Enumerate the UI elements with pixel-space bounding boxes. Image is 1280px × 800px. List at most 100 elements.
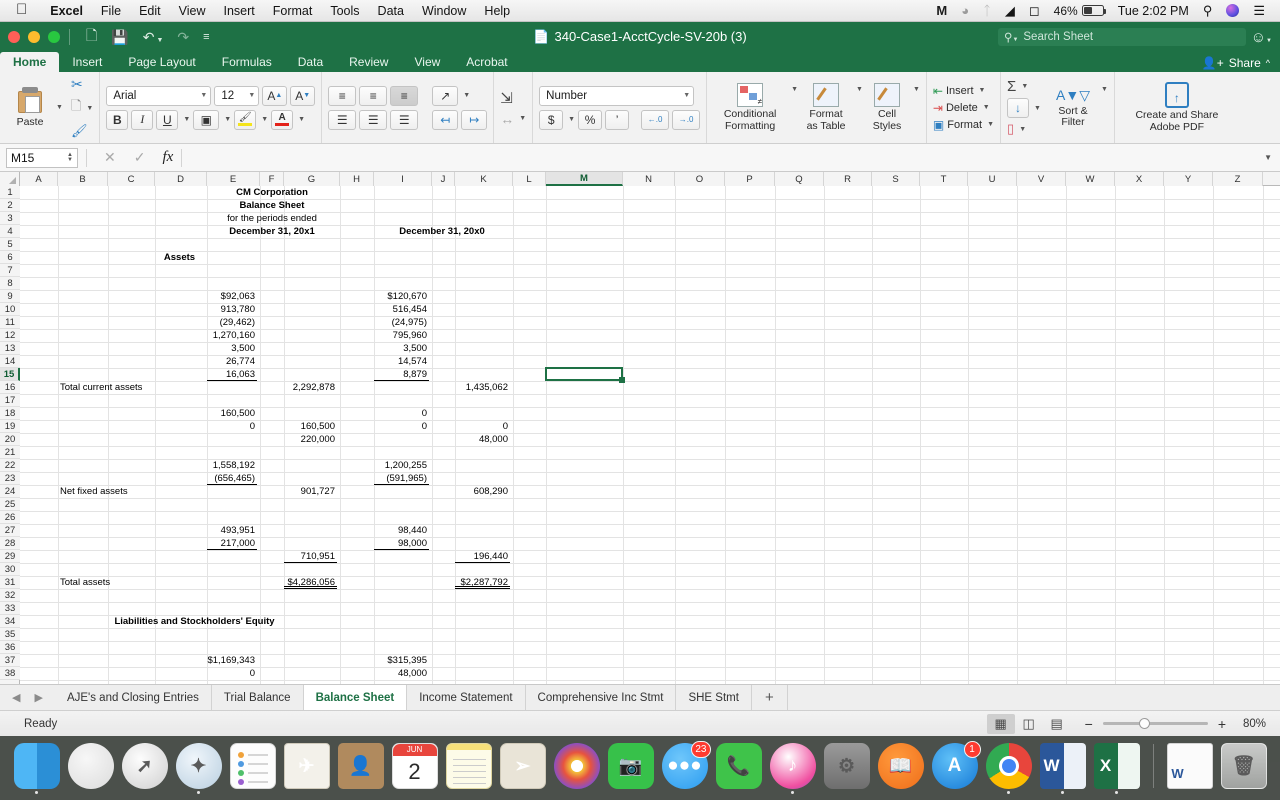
cell-I18[interactable]: 0: [374, 407, 429, 420]
cell-I38[interactable]: 48,000: [374, 667, 429, 680]
spinner-icon[interactable]: ◕: [961, 3, 969, 18]
menu-format[interactable]: Format: [264, 4, 322, 18]
font-color-dropdown-icon[interactable]: ▼: [298, 116, 305, 123]
cell-E4[interactable]: December 31, 20x1: [207, 225, 337, 238]
row-header-5[interactable]: 5: [0, 238, 20, 251]
cell-D6[interactable]: Assets: [155, 251, 204, 264]
fill-down-icon[interactable]: ↓: [1007, 98, 1029, 118]
fill-dropdown-icon[interactable]: ▼: [1034, 105, 1041, 112]
menu-data[interactable]: Data: [369, 4, 413, 18]
row-header-25[interactable]: 25: [0, 498, 20, 511]
tab-review[interactable]: Review: [336, 52, 401, 72]
cell-G19[interactable]: 160,500: [284, 420, 337, 433]
cell-E11[interactable]: (29,462): [207, 316, 257, 329]
conditional-formatting-dropdown-icon[interactable]: ▼: [791, 86, 798, 93]
active-cell-selection[interactable]: [545, 367, 623, 381]
row-header-3[interactable]: 3: [0, 212, 20, 225]
name-box[interactable]: M15 ▲▼: [6, 148, 78, 168]
fx-icon[interactable]: fx: [162, 149, 173, 166]
text-orientation-icon[interactable]: ↗: [432, 86, 458, 106]
battery-indicator[interactable]: 46%: [1054, 4, 1104, 18]
add-sheet-button[interactable]: +: [752, 685, 788, 710]
cell-K19[interactable]: 0: [455, 420, 510, 433]
insert-cells-button[interactable]: ⇤ Insert ▼: [933, 84, 994, 98]
cancel-icon[interactable]: ✕: [104, 149, 116, 166]
cell-K20[interactable]: 48,000: [455, 433, 510, 446]
row-header-37[interactable]: 37: [0, 654, 20, 667]
zoom-out-button[interactable]: −: [1085, 716, 1093, 732]
row-header-7[interactable]: 7: [0, 264, 20, 277]
dock-item-mail[interactable]: ✈: [284, 743, 330, 794]
cell-E23[interactable]: (656,465): [207, 472, 257, 485]
cell-G20[interactable]: 220,000: [284, 433, 337, 446]
currency-icon[interactable]: $: [539, 110, 563, 130]
fill-color-dropdown-icon[interactable]: ▼: [261, 116, 268, 123]
align-middle-icon[interactable]: ≡: [359, 86, 387, 106]
sort-filter-button[interactable]: A▼▽ Sort &Filter: [1047, 87, 1099, 129]
formula-input[interactable]: [184, 148, 1264, 168]
column-header-m[interactable]: M: [546, 172, 623, 186]
dock-item-messages-green[interactable]: 📞: [716, 743, 762, 794]
expand-formula-bar-icon[interactable]: ▼: [1264, 153, 1272, 162]
cell-E28[interactable]: 217,000: [207, 537, 257, 550]
column-header-n[interactable]: N: [623, 172, 675, 186]
format-cells-button[interactable]: ▣ Format ▼: [933, 118, 994, 132]
sheet-tab-trial-balance[interactable]: Trial Balance: [212, 685, 304, 710]
siri-icon[interactable]: [1226, 4, 1239, 17]
comma-style-icon[interactable]: ’: [605, 110, 629, 130]
align-right-icon[interactable]: ☰: [390, 110, 418, 130]
row-header-31[interactable]: 31: [0, 576, 20, 589]
sheet-tab-income-statement[interactable]: Income Statement: [407, 685, 525, 710]
cell-G29[interactable]: 710,951: [284, 550, 337, 563]
insert-dropdown-icon[interactable]: ▼: [979, 87, 986, 94]
column-header-e[interactable]: E: [207, 172, 260, 186]
chevron-down-icon[interactable]: ▼: [242, 92, 255, 99]
cell-I22[interactable]: 1,200,255: [374, 459, 429, 472]
maximize-window-button[interactable]: [48, 31, 60, 43]
cell-K24[interactable]: 608,290: [455, 485, 510, 498]
dock-item-system-preferences[interactable]: ⚙: [824, 743, 870, 794]
conditional-formatting-button[interactable]: ≠ ConditionalFormatting: [713, 83, 787, 132]
column-header-o[interactable]: O: [675, 172, 725, 186]
cell-I28[interactable]: 98,000: [374, 537, 429, 550]
merge-dropdown-icon[interactable]: ▼: [519, 115, 526, 122]
format-painter-icon[interactable]: 🖌: [71, 123, 88, 139]
cell-I9[interactable]: $120,670: [374, 290, 429, 303]
format-dropdown-icon[interactable]: ▼: [987, 121, 994, 128]
delete-cells-button[interactable]: ⇥ Delete ▼: [933, 101, 994, 115]
bluetooth-icon[interactable]: ᛏ: [983, 3, 991, 18]
cell-K29[interactable]: 196,440: [455, 550, 510, 563]
airplay-icon[interactable]: ◻: [1029, 3, 1040, 19]
column-header-t[interactable]: T: [920, 172, 968, 186]
menu-insert[interactable]: Insert: [215, 4, 264, 18]
cell-E1[interactable]: CM Corporation: [207, 186, 337, 199]
underline-dropdown-icon[interactable]: ▼: [183, 116, 190, 123]
name-box-spinner-icon[interactable]: ▲▼: [67, 153, 73, 163]
column-header-g[interactable]: G: [284, 172, 340, 186]
autosum-icon[interactable]: Σ: [1007, 78, 1016, 95]
row-header-35[interactable]: 35: [0, 628, 20, 641]
row-header-11[interactable]: 11: [0, 316, 20, 329]
row-header-32[interactable]: 32: [0, 589, 20, 602]
cell-E27[interactable]: 493,951: [207, 524, 257, 537]
dock-item-ibooks[interactable]: 📖: [878, 743, 924, 794]
row-header-18[interactable]: 18: [0, 407, 20, 420]
bold-button[interactable]: B: [106, 110, 128, 130]
row-header-17[interactable]: 17: [0, 394, 20, 407]
row-header-22[interactable]: 22: [0, 459, 20, 472]
chevron-up-icon[interactable]: ^: [1266, 58, 1270, 68]
column-header-j[interactable]: J: [432, 172, 455, 186]
decrease-indent-icon[interactable]: ↤: [432, 110, 458, 130]
row-header-6[interactable]: 6: [0, 251, 20, 264]
column-header-w[interactable]: W: [1066, 172, 1115, 186]
fill-color-icon[interactable]: 🖌: [234, 110, 256, 130]
clear-eraser-icon[interactable]: ▯: [1007, 121, 1014, 137]
new-sheet-icon[interactable]: 🗋: [86, 25, 97, 49]
cell-E3[interactable]: for the periods ended: [207, 212, 337, 225]
smiley-icon[interactable]: ☺▼: [1251, 29, 1272, 46]
tab-acrobat[interactable]: Acrobat: [453, 52, 520, 72]
chevron-down-icon[interactable]: ▼: [677, 92, 690, 99]
dock-item-word-document[interactable]: W: [1167, 743, 1213, 794]
cell-E12[interactable]: 1,270,160: [207, 329, 257, 342]
italic-button[interactable]: I: [131, 110, 153, 130]
